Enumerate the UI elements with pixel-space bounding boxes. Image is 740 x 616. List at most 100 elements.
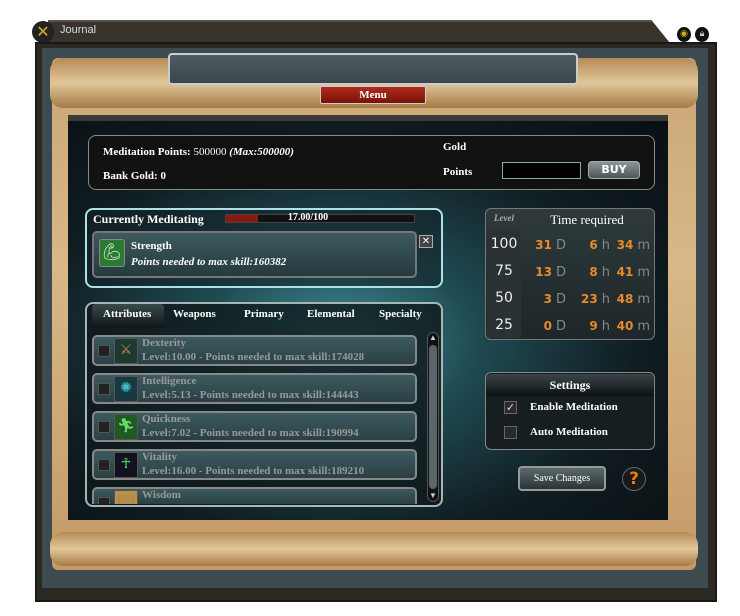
meditation-points-value: 500000 <box>193 146 227 158</box>
auto-meditation-label: Auto Meditation <box>530 426 608 438</box>
hours-unit: h <box>601 319 610 334</box>
lock-icon[interactable]: 🔒︎ <box>695 27 709 42</box>
settings-title: Settings <box>549 378 591 392</box>
skill-detail: Level:16.00 - Points needed to max skill… <box>142 465 365 477</box>
brain-icon: ✺ <box>114 376 138 402</box>
days-value: 0 <box>543 319 552 333</box>
scroll-down-arrow-icon[interactable]: ▼ <box>428 491 438 501</box>
skill-detail: Level:10.00 - Points needed to max skill… <box>142 351 365 363</box>
days-cell: 0 D <box>528 317 566 335</box>
skill-name: Wisdom <box>142 489 181 501</box>
enable-meditation-checkbox[interactable]: ✓ <box>504 401 517 414</box>
tab-weapons[interactable]: Weapons <box>173 308 216 320</box>
minutes-value: 41 <box>616 265 634 279</box>
level-value: 25 <box>495 317 513 333</box>
hours-value: 23 <box>581 292 598 306</box>
hours-cell: 9 h <box>574 317 610 335</box>
skill-row-wisdom[interactable]: 📖︎ Wisdom <box>92 487 417 504</box>
hours-value: 6 <box>589 238 598 252</box>
title-bar[interactable] <box>48 20 670 43</box>
running-man-icon: 🏃︎ <box>114 414 138 440</box>
tab-primary[interactable]: Primary <box>244 308 284 320</box>
days-unit: D <box>555 265 566 280</box>
scroll-up-arrow-icon[interactable]: ▲ <box>428 333 438 343</box>
minutes-value: 34 <box>616 238 634 252</box>
help-icon[interactable]: ? <box>622 467 646 491</box>
meditation-points-label: Meditation Points: <box>103 146 191 158</box>
hours-value: 9 <box>589 319 598 333</box>
ankh-icon: ☥ <box>114 452 138 478</box>
time-required-header: Time required <box>550 212 624 227</box>
minutes-value: 40 <box>616 319 634 333</box>
close-x-icon[interactable]: ✕ <box>32 21 54 43</box>
skill-row-quickness[interactable]: 🏃︎ Quickness Level:7.02 - Points needed to… <box>92 411 417 442</box>
skill-name: Intelligence <box>142 375 197 387</box>
minutes-value: 48 <box>616 292 634 306</box>
book-icon: 📖︎ <box>114 490 138 504</box>
minutes-cell: 40 m <box>612 317 650 335</box>
minutes-cell: 48 m <box>612 290 650 308</box>
skill-checkbox[interactable] <box>98 497 110 504</box>
scroll-thumb[interactable] <box>429 345 437 489</box>
skill-row-dexterity[interactable]: ⚔︎ Dexterity Level:10.00 - Points needed t… <box>92 335 417 366</box>
minutes-unit: m <box>637 238 650 253</box>
skill-checkbox[interactable] <box>98 383 110 395</box>
hours-unit: h <box>601 238 610 253</box>
hours-value: 8 <box>589 265 598 279</box>
current-skill-box <box>92 231 417 278</box>
days-unit: D <box>555 292 566 307</box>
level-header: Level <box>494 213 514 223</box>
save-changes-button[interactable]: Save Changes <box>518 466 606 491</box>
skill-checkbox[interactable] <box>98 459 110 471</box>
skill-row-vitality[interactable]: ☥ Vitality Level:16.00 - Points needed to … <box>92 449 417 480</box>
hours-cell: 8 h <box>574 263 610 281</box>
minutes-unit: m <box>637 319 650 334</box>
points-label: Points <box>443 166 473 178</box>
window-title: Journal <box>60 24 97 36</box>
level-value: 75 <box>495 263 513 279</box>
minutes-cell: 41 m <box>612 263 650 281</box>
days-unit: D <box>555 319 566 334</box>
skill-row-intelligence[interactable]: ✺ Intelligence Level:5.13 - Points needed … <box>92 373 417 404</box>
minutes-unit: m <box>637 292 650 307</box>
hours-cell: 23 h <box>574 290 610 308</box>
menu-button[interactable]: Menu <box>320 86 426 104</box>
minutes-cell: 34 m <box>612 236 650 254</box>
days-value: 31 <box>535 238 552 252</box>
skill-detail: Level:5.13 - Points needed to max skill:… <box>142 389 359 401</box>
stop-meditating-button[interactable]: ✕ <box>419 235 433 248</box>
crossed-swords-icon: ⚔︎ <box>114 338 138 364</box>
skill-checkbox[interactable] <box>98 345 110 357</box>
auto-meditation-checkbox[interactable] <box>504 426 517 439</box>
level-value: 100 <box>490 236 518 252</box>
skill-detail: Level:7.02 - Points needed to max skill:… <box>142 427 359 439</box>
eye-icon[interactable]: ◉ <box>677 27 691 42</box>
points-input[interactable] <box>502 162 581 179</box>
tab-attributes[interactable]: Attributes <box>103 308 151 320</box>
bank-gold: Bank Gold: 0 <box>103 170 166 182</box>
progress-text: 17.00/100 <box>287 212 329 223</box>
meditation-points: Meditation Points: 500000 (Max:500000) <box>103 146 294 158</box>
hours-unit: h <box>601 265 610 280</box>
flexed-arm-icon: 💪︎ <box>99 239 125 267</box>
buy-button[interactable]: BUY <box>588 161 640 179</box>
hours-cell: 6 h <box>574 236 610 254</box>
skills-scrollbar[interactable]: ▲ ▼ <box>427 332 439 502</box>
enable-meditation-label: Enable Meditation <box>530 401 618 413</box>
current-skill-name: Strength <box>131 240 172 252</box>
days-value: 13 <box>535 265 552 279</box>
hours-unit: h <box>601 292 610 307</box>
days-cell: 3 D <box>528 290 566 308</box>
tab-specialty[interactable]: Specialty <box>379 308 422 320</box>
meditation-points-max: (Max:500000) <box>229 146 294 158</box>
bottom-scroll-roll <box>50 532 698 566</box>
tab-elemental[interactable]: Elemental <box>307 308 355 320</box>
title-banner <box>168 53 578 85</box>
days-unit: D <box>555 238 566 253</box>
gold-label: Gold <box>443 141 467 153</box>
skill-name: Vitality <box>142 451 178 463</box>
skill-checkbox[interactable] <box>98 421 110 433</box>
current-skill-detail: Points needed to max skill:160382 <box>131 256 287 268</box>
minutes-unit: m <box>637 265 650 280</box>
currently-meditating-title: Currently Meditating <box>93 212 204 226</box>
